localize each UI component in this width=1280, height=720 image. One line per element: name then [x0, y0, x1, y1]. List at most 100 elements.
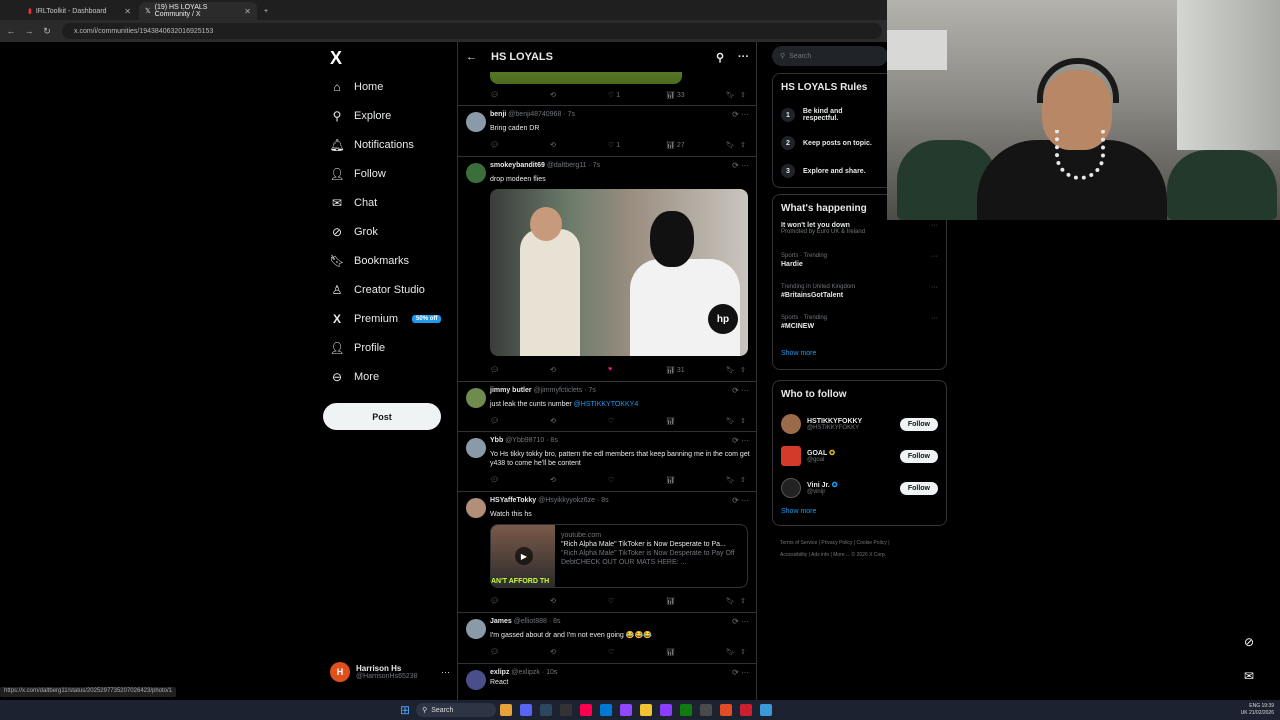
avatar[interactable]: [466, 670, 486, 690]
show-more-link[interactable]: Show more: [781, 350, 938, 357]
like-button[interactable]: ♡ 1: [608, 141, 620, 149]
like-button[interactable]: ♡ 1: [608, 91, 620, 99]
obs-icon[interactable]: [740, 704, 753, 716]
trend-item[interactable]: Sports · Trending #MCINEW ···: [781, 315, 938, 346]
tweet-photo[interactable]: hp: [490, 189, 748, 356]
author-name[interactable]: smokeybandit69: [490, 162, 545, 169]
app-icon[interactable]: [720, 704, 733, 716]
footer-link[interactable]: Terms of Service: [780, 540, 817, 546]
mention-link[interactable]: @HSTIKKYTOKKY4: [574, 401, 639, 408]
more-dots-icon[interactable]: ⟳ ···: [732, 386, 749, 395]
x-logo-icon[interactable]: X: [330, 48, 342, 69]
bookmark-icon[interactable]: 🔖︎: [726, 417, 735, 425]
like-icon[interactable]: ♡: [608, 417, 614, 425]
more-dots-icon[interactable]: ···: [931, 284, 938, 291]
more-dots-icon[interactable]: ⟳ ···: [732, 436, 749, 445]
reload-icon[interactable]: ↻: [40, 26, 54, 37]
share-icon[interactable]: ⇧: [740, 476, 746, 484]
like-button[interactable]: ♥: [608, 366, 612, 373]
like-icon[interactable]: ♡: [608, 597, 614, 605]
more-dots-icon[interactable]: ···: [738, 51, 749, 63]
nav-bookmarks[interactable]: 🔖︎ Bookmarks: [329, 254, 409, 268]
chrome-icon[interactable]: [500, 704, 513, 716]
retweet-icon[interactable]: ⟲: [550, 91, 556, 99]
steam-icon[interactable]: [540, 704, 553, 716]
author-name[interactable]: HSYaffeTokky: [490, 497, 536, 504]
browser-tab-irltoolkit[interactable]: ▮ IRLToolkit - Dashboard ✕: [22, 2, 137, 20]
search-icon[interactable]: ⚲: [716, 51, 724, 64]
footer-link[interactable]: Cookie Policy: [857, 540, 887, 546]
reply-icon[interactable]: 💬︎: [490, 366, 499, 374]
reply-icon[interactable]: 💬︎: [490, 648, 499, 656]
browser-tab-x-community[interactable]: 𝕏 (19) HS LOYALS Community / X ✕: [139, 2, 257, 20]
tweet[interactable]: jimmy butler @jimmyfcticlets · 7s ⟳ ··· …: [458, 382, 756, 432]
messages-float-icon[interactable]: ✉: [1238, 665, 1260, 687]
app-icon[interactable]: [760, 704, 773, 716]
reply-icon[interactable]: 💬︎: [490, 597, 499, 605]
retweet-icon[interactable]: ⟲: [550, 141, 556, 149]
trend-item[interactable]: Trending in United Kingdom #BritainsGotTa…: [781, 284, 938, 315]
retweet-icon[interactable]: ⟲: [550, 366, 556, 374]
follow-suggestion[interactable]: GOAL ✪ @goal Follow: [781, 440, 938, 472]
new-tab-icon[interactable]: +: [258, 2, 272, 20]
xbox-icon[interactable]: [680, 704, 693, 716]
nav-chat[interactable]: ✉ Chat: [330, 196, 377, 210]
reply-icon[interactable]: 💬︎: [490, 476, 499, 484]
footer-link[interactable]: Accessibility: [780, 552, 807, 558]
more-dots-icon[interactable]: ⟳ ···: [732, 496, 749, 505]
more-dots-icon[interactable]: ⟳ ···: [732, 110, 749, 119]
avatar[interactable]: [466, 619, 486, 639]
more-dots-icon[interactable]: ⟳ ···: [732, 668, 749, 677]
close-tab-icon[interactable]: ✕: [244, 7, 251, 16]
nav-profile[interactable]: 👤︎ Profile: [329, 341, 385, 355]
avatar[interactable]: [466, 388, 486, 408]
more-dots-icon[interactable]: ⟳ ···: [732, 617, 749, 626]
like-icon[interactable]: ♡: [608, 648, 614, 656]
nav-home[interactable]: ⌂ Home: [330, 80, 383, 94]
views-icon[interactable]: 📊︎: [666, 597, 675, 605]
follow-suggestion[interactable]: Vini Jr. ✪ @vinijr Follow: [781, 472, 938, 504]
avatar[interactable]: [466, 112, 486, 132]
tiktok-icon[interactable]: [580, 704, 593, 716]
link-card[interactable]: ▶ AN'T AFFORD TH youtube.com "Rich Alpha…: [490, 524, 748, 588]
close-tab-icon[interactable]: ✕: [124, 7, 131, 16]
show-more-link[interactable]: Show more: [781, 508, 938, 515]
tweet[interactable]: Ybb @Ybb98710 · 8s ⟳ ··· Yo Hs tikky tok…: [458, 432, 756, 492]
forward-icon[interactable]: →: [22, 26, 36, 36]
avatar[interactable]: [466, 438, 486, 458]
bookmark-icon[interactable]: 🔖︎: [726, 141, 735, 149]
share-icon[interactable]: ⇧: [740, 141, 746, 149]
views-button[interactable]: 📊︎ 33: [666, 91, 685, 99]
tweet[interactable]: benji @benji48740968 · 7s ⟳ ··· Bring ca…: [458, 106, 756, 157]
tweet[interactable]: James @elliot888 · 8s ⟳ ··· I'm gassed a…: [458, 613, 756, 664]
retweet-icon[interactable]: ⟲: [550, 597, 556, 605]
follow-button[interactable]: Follow: [899, 417, 938, 431]
nav-explore[interactable]: ⚲ Explore: [330, 109, 392, 123]
views-icon[interactable]: 📊︎: [666, 417, 675, 425]
app-icon[interactable]: [700, 704, 713, 716]
twitch-icon[interactable]: [620, 704, 633, 716]
reply-icon[interactable]: 💬︎: [490, 91, 499, 99]
system-tray[interactable]: ENG 19:39 UK 21/02/2026: [1241, 703, 1274, 717]
follow-suggestion[interactable]: HSTIKKYFOKKY @HSTIKKYFOKKY Follow: [781, 408, 938, 440]
tweet[interactable]: exlipz @exlipzk · 10s ⟳ ··· React: [458, 664, 756, 700]
more-dots-icon[interactable]: ···: [931, 315, 938, 322]
account-switcher[interactable]: H Harrison Hs @HarrisonHs65238 ···: [330, 662, 450, 682]
footer-link[interactable]: Ads info: [811, 552, 829, 558]
bookmark-icon[interactable]: 🔖︎: [726, 476, 735, 484]
reply-icon[interactable]: 💬︎: [490, 141, 499, 149]
author-name[interactable]: jimmy butler: [490, 387, 532, 394]
bookmark-icon[interactable]: 🔖︎: [726, 91, 735, 99]
views-button[interactable]: 📊︎ 27: [666, 141, 685, 149]
trend-item[interactable]: Sports · Trending Hardie ···: [781, 253, 938, 284]
share-icon[interactable]: ⇧: [740, 417, 746, 425]
author-name[interactable]: Ybb: [490, 437, 503, 444]
share-icon[interactable]: ⇧: [740, 597, 746, 605]
folder-icon[interactable]: [640, 704, 653, 716]
more-dots-icon[interactable]: ⟳ ···: [732, 161, 749, 170]
like-icon[interactable]: ♡: [608, 476, 614, 484]
bookmark-icon[interactable]: 🔖︎: [726, 597, 735, 605]
nav-notifications[interactable]: 🔔︎ Notifications: [329, 138, 414, 152]
avatar[interactable]: [466, 498, 486, 518]
retweet-icon[interactable]: ⟲: [550, 476, 556, 484]
